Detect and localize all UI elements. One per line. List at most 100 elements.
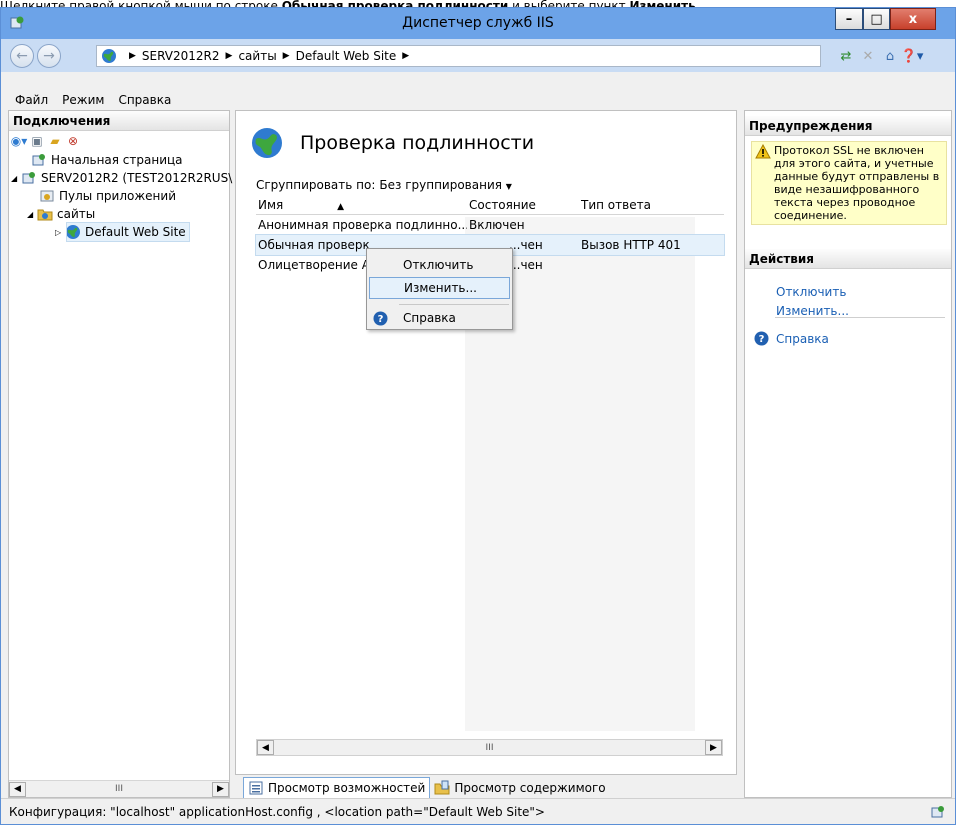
tree-item-label: SERV2012R2 (TEST2012R2RUS\ [41, 171, 233, 185]
scroll-thumb[interactable]: III [115, 784, 123, 794]
column-header-name[interactable]: Имя ▲ [256, 198, 467, 212]
breadcrumb-default-web-site[interactable]: Default Web Site [296, 49, 397, 63]
expanded-icon: ◢ [11, 173, 18, 183]
address-tools: ⇄ ✕ ⌂ ❓▾ [837, 47, 924, 65]
menu-help[interactable]: Справка [118, 93, 171, 107]
context-item-disable[interactable]: Отключить [369, 254, 510, 276]
group-by-control: Сгруппировать по: Без группирования ▼ [256, 178, 512, 192]
tree-item-server[interactable]: ◢ SERV2012R2 (TEST2012R2RUS\ [11, 169, 232, 187]
feature-horizontal-scrollbar[interactable]: ◀ III ▶ [256, 739, 723, 756]
stop-icon[interactable]: ✕ [859, 47, 877, 65]
actions-pane: Предупреждения Протокол SSL не включен д… [744, 110, 952, 798]
action-disable-link[interactable]: Отключить [776, 285, 846, 299]
row-state: Включен [469, 218, 525, 232]
expanded-icon: ◢ [27, 209, 34, 219]
chevron-down-icon: ▼ [505, 182, 512, 191]
actions-divider [775, 317, 945, 318]
connections-header: Подключения [9, 111, 229, 131]
warning-icon [755, 144, 771, 159]
tree-item-label: Пулы приложений [59, 189, 176, 203]
minimize-button[interactable]: – [835, 8, 863, 30]
scroll-right-icon[interactable]: ▶ [212, 781, 229, 797]
row-name: Анонимная проверка подлинно... [258, 218, 467, 232]
tree-item-default-web-site[interactable]: ▷ Default Web Site [55, 222, 190, 242]
context-item-help[interactable]: Справка [369, 307, 510, 329]
sites-folder-icon [37, 206, 53, 222]
group-by-dropdown[interactable]: Без группирования ▼ [379, 178, 512, 192]
table-row[interactable]: Анонимная проверка подлинно... Включен [256, 215, 724, 235]
tree-item-label: Default Web Site [85, 225, 186, 239]
title-bar[interactable]: Диспетчер служб IIS – □ x [1, 8, 955, 39]
scroll-right-icon[interactable]: ▶ [705, 740, 722, 755]
scroll-left-icon[interactable]: ◀ [9, 781, 26, 797]
alerts-header: Предупреждения [745, 116, 951, 136]
row-response: Вызов HTTP 401 [581, 238, 681, 252]
forward-button[interactable]: → [37, 44, 61, 68]
tab-label: Просмотр содержимого [454, 781, 606, 795]
server-icon [21, 170, 37, 186]
actions-header: Действия [745, 249, 951, 269]
context-item-edit[interactable]: Изменить... [369, 277, 510, 299]
breadcrumb-separator-icon: ▶ [402, 51, 410, 61]
context-menu-divider [399, 304, 509, 305]
svg-text:?: ? [759, 334, 765, 345]
status-text: Конфигурация: "localhost" applicationHos… [9, 804, 545, 819]
breadcrumb-server[interactable]: SERV2012R2 [142, 49, 220, 63]
app-pool-icon [39, 188, 55, 204]
close-button[interactable]: x [890, 8, 936, 30]
tab-content-view[interactable]: Просмотр содержимого [430, 777, 609, 799]
table-header: Имя ▲ Состояние Тип ответа [256, 195, 724, 215]
features-view-icon [249, 781, 263, 795]
context-menu: Отключить Изменить... ? Справка [366, 248, 513, 330]
connections-toolbar: ◉▾ ▣ ▰ ⊗ [9, 131, 229, 151]
home-icon[interactable]: ⌂ [881, 47, 899, 65]
disconnect-icon[interactable]: ⊗ [65, 133, 81, 149]
tree-item-sites[interactable]: ◢ сайты [27, 205, 95, 223]
ssl-warning: Протокол SSL не включен для этого сайта,… [751, 141, 947, 225]
address-toolbar: ← → ▶ SERV2012R2 ▶ сайты ▶ Default Web S… [1, 39, 955, 72]
scroll-left-icon[interactable]: ◀ [257, 740, 274, 755]
help-dropdown-icon[interactable]: ❓▾ [901, 47, 924, 65]
globe-icon [102, 49, 116, 63]
breadcrumb-separator-icon: ▶ [225, 51, 233, 61]
menu-view[interactable]: Режим [62, 93, 104, 107]
group-by-label: Сгруппировать по: [256, 178, 376, 192]
collapsed-icon: ▷ [55, 227, 62, 237]
connect-icon[interactable]: ◉▾ [11, 133, 28, 149]
tab-features-view[interactable]: Просмотр возможностей [243, 777, 431, 799]
column-header-state[interactable]: Состояние [467, 198, 575, 212]
feature-title-block: Проверка подлинности [250, 126, 534, 160]
connections-horizontal-scrollbar[interactable]: ◀ III ▶ [9, 780, 229, 797]
maximize-button[interactable]: □ [863, 8, 890, 30]
menu-file[interactable]: Файл [15, 93, 48, 107]
sort-ascending-icon: ▲ [337, 201, 344, 212]
status-bar: Конфигурация: "localhost" applicationHos… [1, 798, 955, 824]
tree-item-start-page[interactable]: Начальная страница [31, 151, 183, 169]
window-title: Диспетчер служб IIS [402, 15, 554, 31]
connections-pane: Подключения ◉▾ ▣ ▰ ⊗ Начальная страница … [8, 110, 232, 798]
action-help-link[interactable]: Справка [776, 332, 829, 346]
address-bar[interactable]: ▶ SERV2012R2 ▶ сайты ▶ Default Web Site … [96, 45, 821, 67]
tree-item-app-pools[interactable]: Пулы приложений [39, 187, 176, 205]
content-view-icon [434, 780, 450, 795]
save-icon[interactable]: ▣ [29, 133, 45, 149]
scroll-thumb[interactable]: III [486, 743, 494, 753]
iis-manager-window: Диспетчер служб IIS – □ x ← → ▶ SERV2012… [0, 7, 956, 825]
tab-label: Просмотр возможностей [268, 781, 426, 795]
globe-icon [252, 128, 282, 158]
start-page-icon [31, 152, 47, 168]
back-button[interactable]: ← [10, 44, 34, 68]
breadcrumb-separator-icon: ▶ [282, 51, 290, 61]
menu-bar: Файл Режим Справка [1, 89, 955, 111]
feature-pane: Проверка подлинности Сгруппировать по: Б… [235, 110, 737, 775]
view-tabs: Просмотр возможностей Просмотр содержимо… [243, 777, 610, 799]
warning-text: Протокол SSL не включен для этого сайта,… [774, 144, 940, 222]
folder-up-icon[interactable]: ▰ [47, 133, 63, 149]
refresh-icon[interactable]: ⇄ [837, 47, 855, 65]
breadcrumb-sites[interactable]: сайты [238, 49, 276, 63]
server-status-icon [931, 806, 944, 818]
action-edit-link[interactable]: Изменить... [776, 304, 849, 318]
group-by-value: Без группирования [379, 178, 502, 192]
tree-item-label: сайты [57, 207, 96, 221]
column-header-response[interactable]: Тип ответа [575, 198, 724, 212]
